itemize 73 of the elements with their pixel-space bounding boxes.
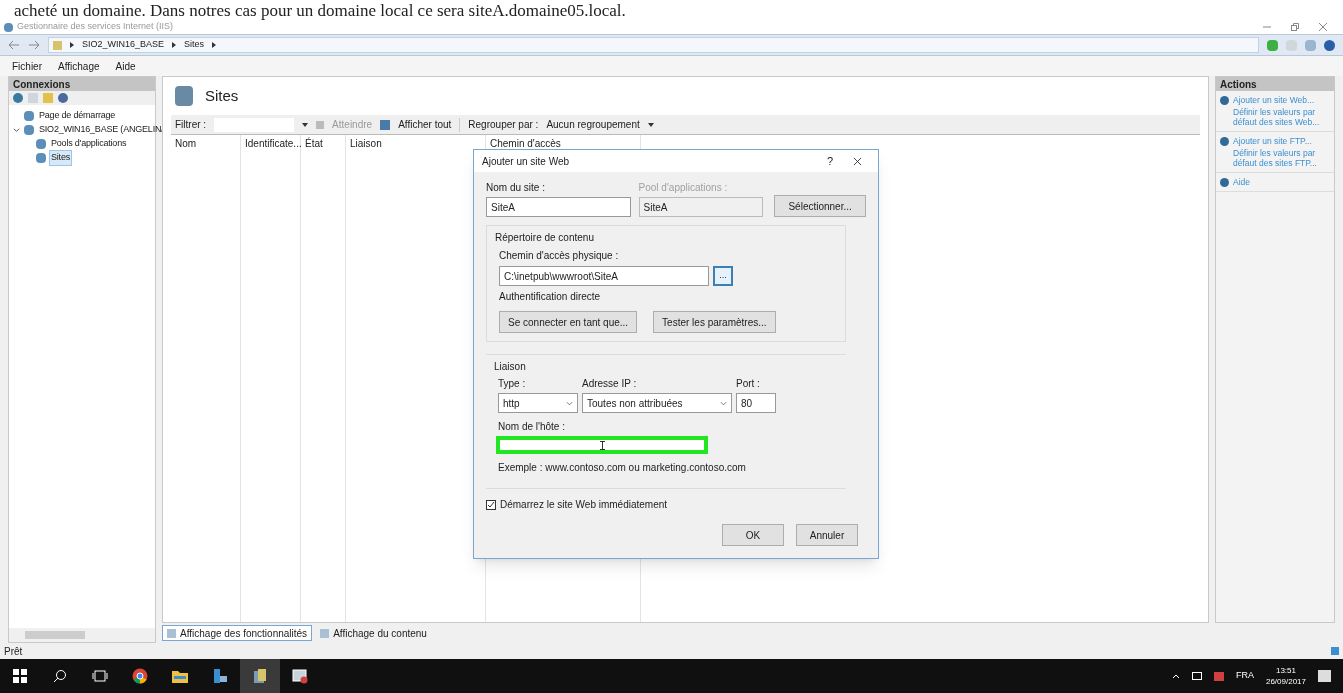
group-title: Répertoire de contenu xyxy=(495,231,595,245)
column-header[interactable]: Liaison xyxy=(346,135,485,151)
address-bar[interactable]: SIO2_WIN16_BASE Sites xyxy=(48,37,1259,53)
field-label: Nom de l'hôte : xyxy=(497,420,566,434)
status-text: Prêt xyxy=(4,644,23,659)
filter-label: Filtrer : xyxy=(175,118,207,132)
browse-button[interactable]: ... xyxy=(713,266,733,286)
group-title: Liaison xyxy=(494,360,527,374)
select-button[interactable]: Sélectionner... xyxy=(774,195,866,217)
panel-header: Connexions xyxy=(9,77,155,91)
iis-taskbar-icon[interactable] xyxy=(240,659,280,693)
view-tab[interactable]: Affichage du contenu xyxy=(316,625,431,641)
breadcrumb[interactable]: Sites xyxy=(184,38,205,52)
breadcrumb-arrow-icon xyxy=(212,42,217,48)
document-text: acheté un domaine. Dans notres cas pour un domaine local ce sera siteA.domaine05.local. xyxy=(14,1,626,20)
group-by-label: Regrouper par : xyxy=(468,118,539,132)
clock-time: 13:51 xyxy=(1275,665,1296,676)
menu-item[interactable]: Aide xyxy=(115,58,136,74)
caret-icon[interactable] xyxy=(302,122,309,127)
clock-date: 26/09/2017 xyxy=(1265,676,1306,687)
close-icon[interactable] xyxy=(853,156,862,166)
text-cursor-icon xyxy=(599,440,605,450)
tree-item[interactable]: SIO2_WIN16_BASE (ANGELIN/ xyxy=(38,123,165,137)
restore-icon[interactable] xyxy=(1291,23,1299,31)
tree-item[interactable]: Page de démarrage xyxy=(38,109,117,123)
example-text: Exemple : www.contoso.com ou marketing.contoso.com xyxy=(497,461,747,475)
column-header[interactable]: État xyxy=(301,135,345,151)
menu-item[interactable]: Fichier xyxy=(12,58,42,74)
tree-item[interactable]: Sites xyxy=(50,151,71,165)
show-all-button[interactable]: Afficher tout xyxy=(398,117,452,132)
field-label: Chemin d'accès physique : xyxy=(498,249,620,263)
caret-icon xyxy=(566,400,573,406)
group-by-dropdown[interactable]: Aucun regroupement xyxy=(546,117,654,132)
ok-button[interactable]: OK xyxy=(722,524,784,546)
chevron-icon[interactable] xyxy=(13,126,20,134)
checkbox[interactable] xyxy=(486,499,496,510)
port-field[interactable]: 80 xyxy=(736,393,776,413)
field-label: Type : xyxy=(498,377,527,391)
tree-item[interactable]: Pools d'applications xyxy=(50,137,128,151)
field-label: Port : xyxy=(736,377,761,391)
field-label: Pool d'applications : xyxy=(638,181,729,195)
page-title: Sites xyxy=(205,85,239,106)
site-name-field[interactable]: SiteA xyxy=(486,197,631,217)
monitor-icon xyxy=(1191,672,1202,680)
view-tab[interactable]: Affichage des fonctionnalités xyxy=(162,625,313,641)
menu-item[interactable]: Affichage xyxy=(58,58,100,74)
breadcrumb-arrow-icon xyxy=(172,42,177,48)
path-field[interactable]: C:\inetpub\wwwroot\SiteA xyxy=(499,266,709,286)
back-icon[interactable] xyxy=(8,40,20,50)
dialog-title: Ajouter un site Web xyxy=(482,154,570,169)
panel-header: Actions xyxy=(1216,77,1334,91)
test-settings-button[interactable]: Tester les paramètres... xyxy=(653,311,776,333)
field-label: Nom du site : xyxy=(486,181,546,195)
help-button[interactable]: ? xyxy=(826,152,833,170)
field-label: Adresse IP : xyxy=(582,377,638,391)
column-header[interactable]: Chemin d'accès xyxy=(486,135,640,151)
chevron-up-icon[interactable] xyxy=(1171,673,1180,679)
caret-icon xyxy=(720,400,727,406)
ip-dropdown[interactable]: Toutes non attribuées xyxy=(582,393,732,413)
column-header[interactable]: Identificate... xyxy=(241,135,300,151)
host-field[interactable] xyxy=(496,436,708,454)
cancel-button[interactable]: Annuler xyxy=(796,524,858,546)
language-indicator[interactable]: FRA xyxy=(1235,669,1254,683)
column-header[interactable]: Nom xyxy=(171,135,240,151)
type-dropdown[interactable]: http xyxy=(498,393,578,413)
breadcrumb-arrow-icon xyxy=(70,42,74,48)
forward-icon[interactable] xyxy=(28,40,40,50)
breadcrumb[interactable]: SIO2_WIN16_BASE xyxy=(82,38,165,52)
scrollbar[interactable] xyxy=(9,628,155,642)
connect-as-button[interactable]: Se connecter en tant que... xyxy=(499,311,638,333)
window-title: Gestionnaire des services Internet (IIS) xyxy=(17,20,174,34)
auth-label: Authentification directe xyxy=(498,290,602,304)
checkbox-label: Démarrez le site Web immédiatement xyxy=(500,498,668,512)
